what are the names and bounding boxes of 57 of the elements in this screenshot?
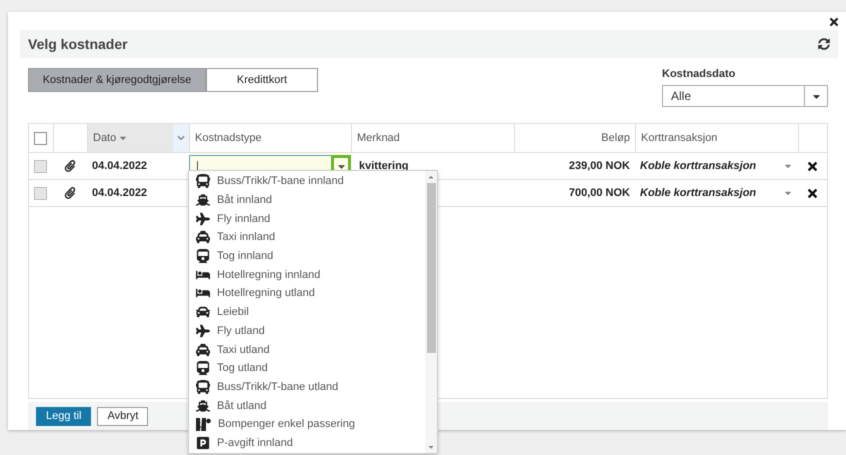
date-text: 04.04.2022 <box>92 160 148 172</box>
amount-text: 239,00 NOK <box>568 160 630 172</box>
dropdown-option[interactable]: Hotellregning utland <box>189 284 425 303</box>
date-select[interactable]: Alle <box>662 85 828 107</box>
cancel-button[interactable]: Avbryt <box>97 406 148 426</box>
refresh-button[interactable] <box>818 38 830 50</box>
parking-icon <box>196 436 210 450</box>
note-text: kvittering <box>359 160 409 172</box>
dropdown-option[interactable]: Båt utland <box>189 396 425 415</box>
airplane-icon <box>196 212 210 226</box>
delete-icon[interactable] <box>806 160 819 172</box>
scrollbar[interactable] <box>425 171 437 453</box>
chevron-icon[interactable] <box>177 134 185 142</box>
paperclip-icon[interactable] <box>64 160 76 172</box>
ship-icon <box>196 398 210 413</box>
amount-text: 700,00 NOK <box>568 187 630 199</box>
add-button[interactable]: Legg til <box>36 406 92 426</box>
taxi-icon <box>196 230 210 244</box>
dropdown-option[interactable]: Taxi innland <box>189 228 425 247</box>
ship-icon <box>196 193 210 208</box>
dropdown-option[interactable]: Hotellregning innland <box>189 265 425 284</box>
bus-icon <box>196 174 210 188</box>
column-header[interactable]: Dato <box>87 124 173 152</box>
column-header[interactable]: Korttransaksjon <box>635 124 798 152</box>
select-all-checkbox[interactable] <box>34 132 47 144</box>
dropdown-option[interactable]: Tog innland <box>189 246 425 266</box>
tab[interactable]: Kostnader & kjøregodtgjørelse <box>28 68 206 92</box>
train-icon <box>196 249 210 264</box>
date-text: 04.04.2022 <box>92 187 148 199</box>
card-transaction-link[interactable]: Koble korttransaksjon <box>640 187 756 199</box>
paperclip-icon[interactable] <box>64 187 76 199</box>
car-icon <box>196 305 210 320</box>
tab[interactable]: Kredittkort <box>206 68 318 92</box>
taxi-icon <box>196 342 210 357</box>
bus-icon <box>196 380 210 394</box>
dropdown-option[interactable]: Fly utland <box>189 322 425 340</box>
card-transaction-link[interactable]: Koble korttransaksjon <box>640 160 756 172</box>
dropdown-option[interactable]: Taxi utland <box>189 340 425 359</box>
row-checkbox[interactable] <box>34 186 47 200</box>
dropdown-option[interactable]: Buss/Trikk/T-bane utland <box>189 378 425 396</box>
dropdown-option[interactable]: Tog utland <box>189 358 425 378</box>
delete-icon[interactable] <box>806 186 819 200</box>
dropdown-option[interactable]: Fly innland <box>189 209 425 228</box>
column-header[interactable]: Kostnadstype <box>189 124 351 152</box>
train-icon <box>196 361 210 376</box>
dropdown-option[interactable]: Bompenger enkel passering <box>189 414 425 434</box>
toll-road-icon <box>196 418 211 431</box>
filter-label: Kostnadsdato <box>662 68 736 80</box>
close-button[interactable] <box>828 16 840 28</box>
dropdown-option[interactable]: Båt innland <box>189 190 425 210</box>
row-checkbox[interactable] <box>34 160 47 172</box>
column-header[interactable]: Merknad <box>351 124 514 152</box>
dialog-title: Velg kostnader <box>28 36 128 52</box>
dropdown-option[interactable]: Leiebil <box>189 302 425 322</box>
column-header[interactable]: Beløp <box>514 124 635 152</box>
dropdown-option[interactable]: P-avgift innland <box>189 434 425 452</box>
airplane-icon <box>196 324 210 338</box>
